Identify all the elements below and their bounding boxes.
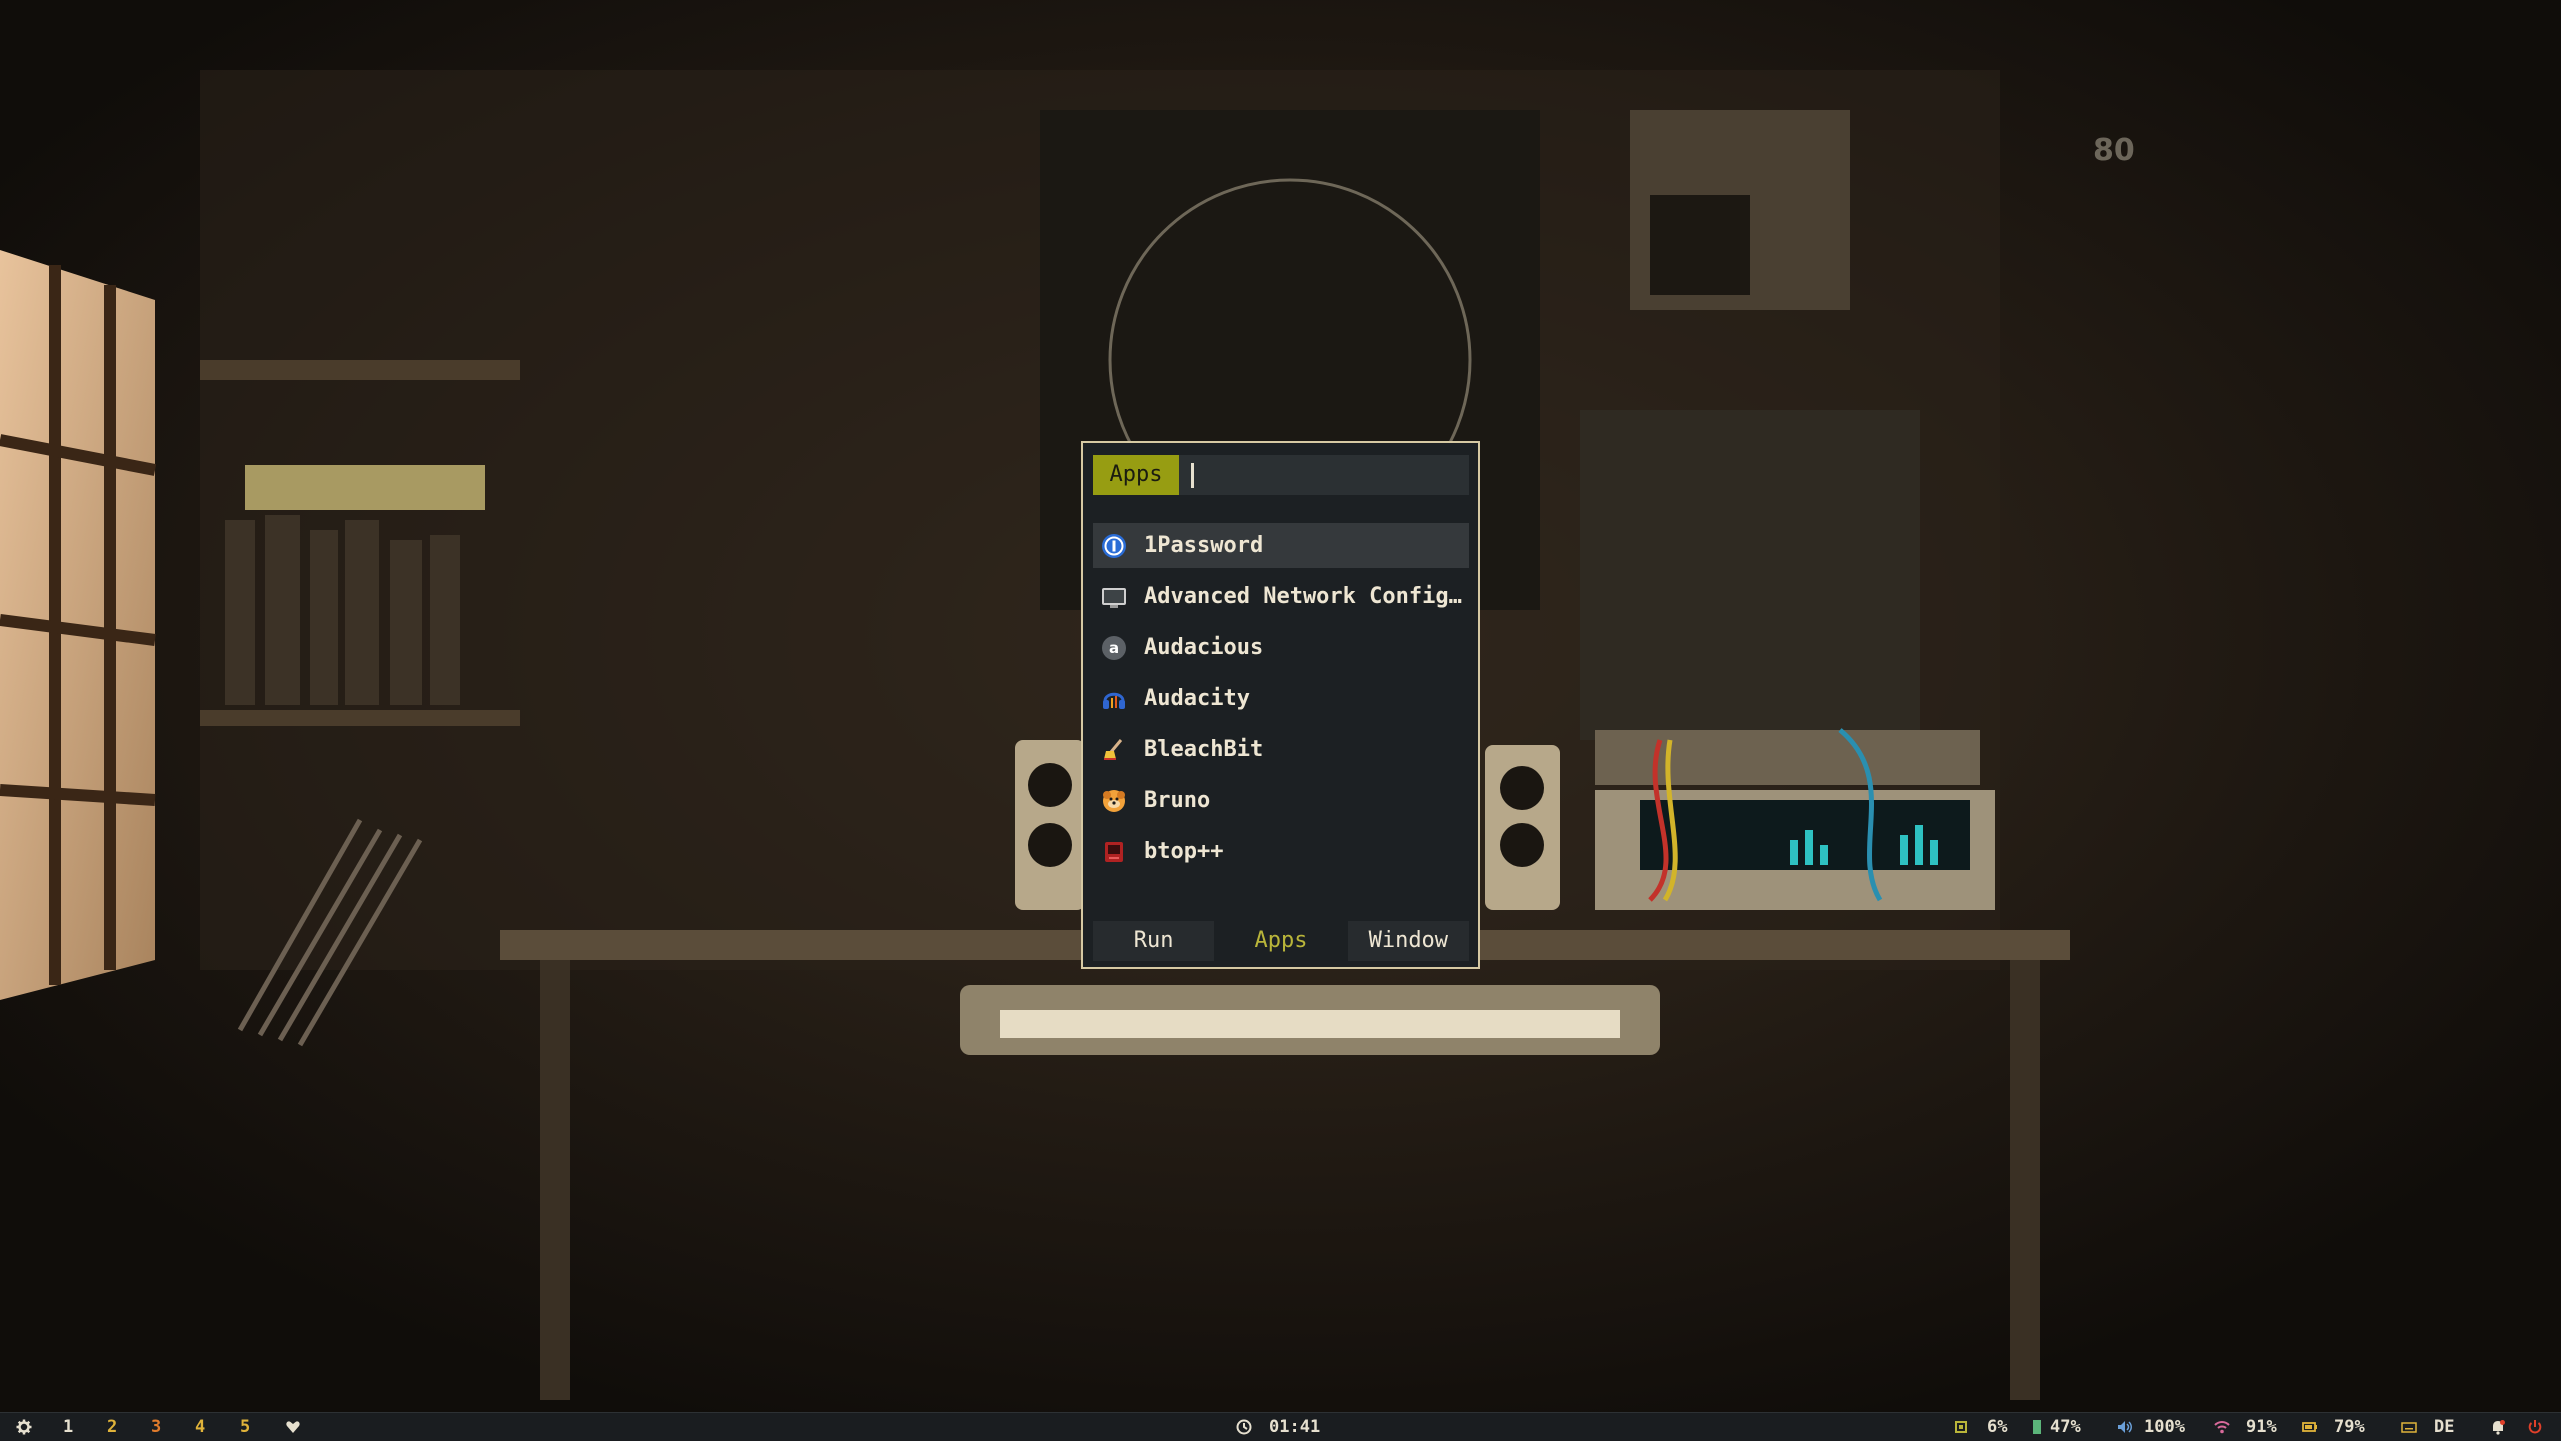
btop-icon [1105,842,1123,862]
tab-window[interactable]: Window [1347,921,1469,961]
battery-level: 79% [2334,1417,2365,1437]
app-label: btop++ [1144,839,1224,864]
bruno-icon [1103,790,1125,812]
status-bar: 1 2 3 4 5 01:41 6% 47% 100% 91% 79% DE [0,1412,2561,1441]
list-item[interactable]: btop++ [1093,829,1469,874]
network-config-icon [1102,588,1126,608]
list-item[interactable]: Audacity [1093,676,1469,721]
workspace-3[interactable]: 3 [151,1413,161,1441]
clock[interactable]: 01:41 [1269,1413,1320,1441]
wifi-icon[interactable] [2214,1419,2230,1435]
workspace-2[interactable]: 2 [107,1413,117,1441]
workspace-4[interactable]: 4 [195,1413,205,1441]
keyboard-layout[interactable]: DE [2434,1413,2454,1441]
battery-icon [2302,1422,2317,1432]
mode-switcher: Run Apps Window [1093,921,1469,961]
tab-run[interactable]: Run [1093,921,1215,961]
list-item[interactable]: Advanced Network Config… [1093,574,1469,619]
gear-icon[interactable] [16,1419,32,1435]
power-icon[interactable] [2527,1419,2543,1435]
list-item[interactable]: a Audacious [1093,625,1469,670]
app-launcher: Apps 1Password Advanced Network Config… [1081,441,1480,969]
cpu-icon [1955,1421,1967,1433]
window-illustration [0,250,157,1000]
app-label: BleachBit [1144,737,1264,762]
text-caret [1191,463,1194,488]
volume-icon[interactable] [2117,1419,2133,1435]
cpu-usage: 6% [1987,1417,2008,1437]
app-label: Audacious [1144,635,1264,660]
app-label: Advanced Network Config… [1144,584,1462,609]
notification-bell-icon[interactable] [2490,1419,2506,1435]
app-label: 1Password [1144,533,1264,558]
wifi-strength[interactable]: 91% [2246,1413,2277,1441]
search-input[interactable] [1185,455,1477,495]
workspace-5[interactable]: 5 [240,1413,250,1441]
list-item[interactable]: Bruno [1093,778,1469,823]
1password-icon [1102,534,1126,558]
app-label: Audacity [1144,686,1250,711]
app-label: Bruno [1144,788,1211,813]
bleachbit-icon [1104,739,1123,760]
clock-icon [1236,1419,1252,1435]
app-list: 1Password Advanced Network Config… a Aud… [1093,523,1469,880]
wall-graffiti: 80 [2093,133,2135,168]
tab-apps[interactable]: Apps [1220,921,1342,961]
audacious-icon: a [1102,636,1126,660]
list-item[interactable]: 1Password [1093,523,1469,568]
audacity-icon [1103,692,1125,709]
workspace-1[interactable]: 1 [63,1413,73,1441]
memory-icon [2033,1420,2041,1434]
svg-text:a: a [1109,639,1119,657]
prompt-row: Apps [1093,455,1477,495]
keyboard-icon [2401,1422,2417,1433]
list-item[interactable]: BleachBit [1093,727,1469,772]
memory-usage: 47% [2050,1417,2081,1437]
volume-level[interactable]: 100% [2144,1413,2185,1441]
heart-icon[interactable] [285,1419,301,1435]
mode-badge: Apps [1093,455,1179,495]
